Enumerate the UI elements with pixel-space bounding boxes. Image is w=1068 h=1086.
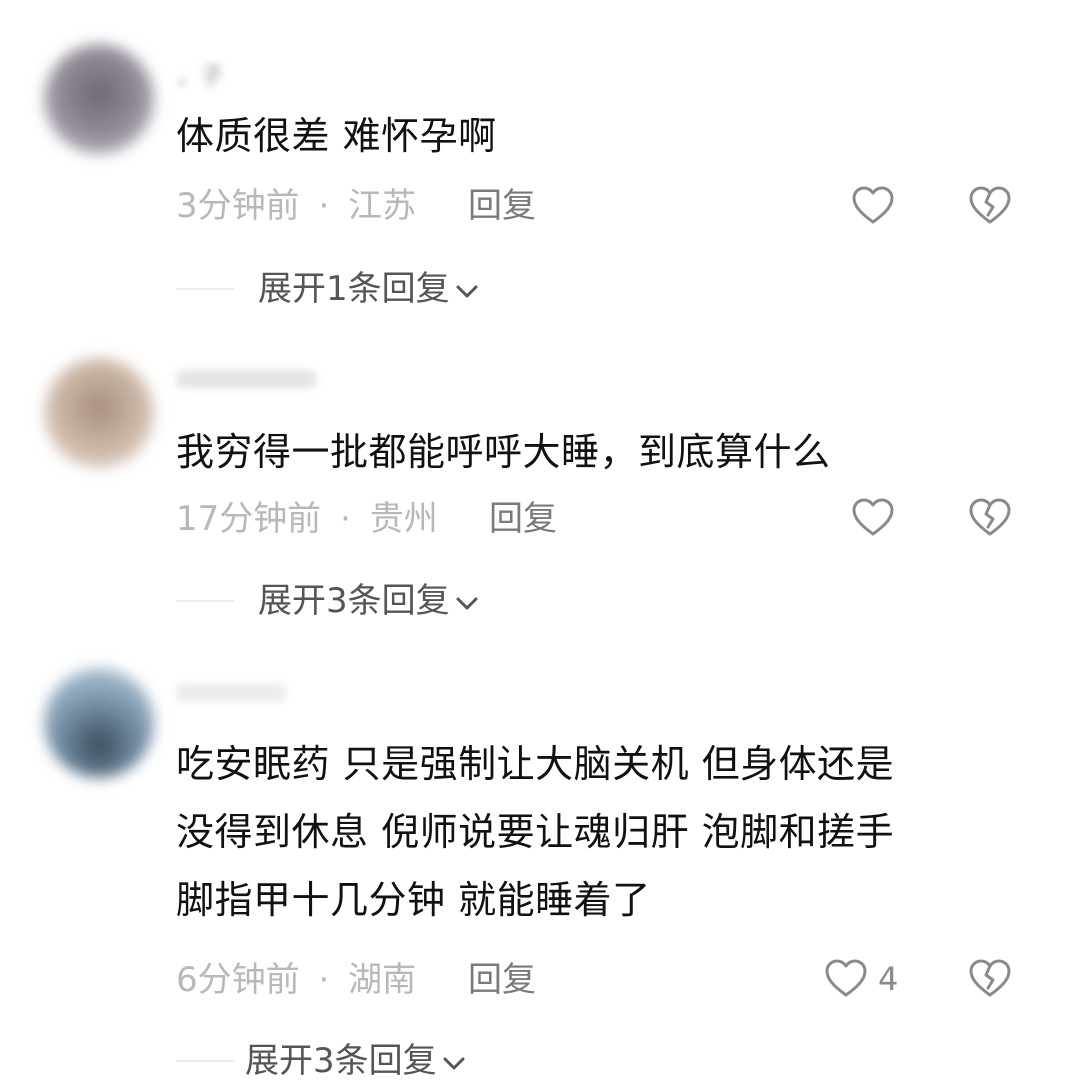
comment-meta: 6分钟前 · 湖南 [176,955,416,1005]
meta-separator: · [318,186,330,226]
comment-time: 3分钟前 [176,186,300,226]
comment-text-line: 吃安眠药 只是强制让大脑关机 但身体还是 [176,742,895,786]
comment-time: 6分钟前 [176,960,300,1000]
comment-text-line: 脚指甲十几分钟 就能睡着了 [176,878,651,922]
comment-location: 湖南 [348,960,417,1000]
expand-replies-button[interactable]: 展开3条回复 [258,576,480,626]
username[interactable] [176,370,316,388]
avatar[interactable] [44,668,154,778]
comment-text: 吃安眠药 只是强制让大脑关机 但身体还是 没得到休息 倪师说要让魂归肝 泡脚和搓… [176,730,1016,934]
avatar[interactable] [44,358,154,468]
expand-replies-label: 展开3条回复 [258,581,450,621]
reply-button[interactable]: 回复 [468,181,536,231]
chevron-down-icon [456,285,478,297]
comment-location: 贵州 [369,499,438,539]
broken-heart-icon[interactable] [966,955,1014,1003]
avatar[interactable] [44,44,154,154]
meta-separator: · [318,960,330,1000]
username[interactable] [176,684,286,702]
like-count: 4 [878,960,899,998]
heart-outline-icon[interactable] [849,182,897,230]
comment-location: 江苏 [348,186,417,226]
expand-divider [176,288,234,290]
chevron-down-icon [443,1057,465,1069]
comment-meta: 3分钟前 · 江苏 [176,181,416,231]
chevron-down-icon [456,597,478,609]
broken-heart-icon[interactable] [966,182,1014,230]
expand-replies-label: 展开3条回复 [245,1041,437,1081]
reply-button[interactable]: 回复 [468,955,536,1005]
comment-text-line: 没得到休息 倪师说要让魂归肝 泡脚和搓手 [176,810,895,854]
broken-heart-icon[interactable] [966,494,1014,542]
meta-separator: · [340,499,351,539]
comment-text: 我穷得一批都能呼呼大睡，到底算什么 [176,430,831,474]
expand-replies-button[interactable]: 展开1条回复 [258,264,480,314]
comment-meta: 17分钟前 · 贵州 [176,494,438,544]
expand-divider [176,600,234,602]
comment-text: 体质很差 难怀孕啊 [176,114,497,158]
comment-time: 17分钟前 [176,499,322,539]
expand-divider [176,1060,234,1062]
heart-outline-icon[interactable] [849,494,897,542]
username[interactable]: ，子 [176,56,224,90]
heart-outline-icon[interactable] [822,955,870,1003]
expand-replies-label: 展开1条回复 [258,269,450,309]
expand-replies-button[interactable]: 展开3条回复 [245,1036,467,1086]
reply-button[interactable]: 回复 [489,494,557,544]
